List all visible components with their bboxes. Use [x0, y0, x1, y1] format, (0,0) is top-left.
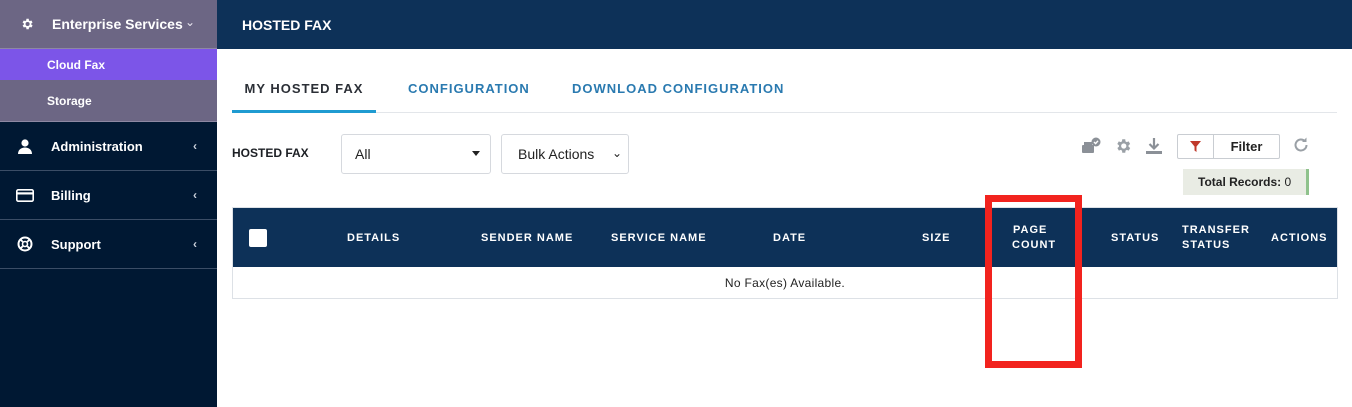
- user-icon: [15, 138, 35, 154]
- sidebar-section-enterprise-services[interactable]: Enterprise Services ⌄: [0, 0, 217, 49]
- column-header-actions[interactable]: ACTIONS: [1271, 231, 1328, 246]
- chevron-down-icon: ⌄: [184, 15, 195, 29]
- sidebar-item-label: Billing: [51, 187, 91, 203]
- chevron-left-icon: ‹: [193, 237, 197, 251]
- caret-down-icon: [472, 151, 480, 156]
- sidebar-item-storage[interactable]: Storage: [0, 80, 217, 122]
- sidebar-item-administration[interactable]: Administration ‹: [0, 122, 217, 171]
- bulk-actions-select[interactable]: Bulk Actions ⌄: [501, 134, 629, 174]
- tab-bar: MY HOSTED FAX CONFIGURATION DOWNLOAD CON…: [232, 72, 1337, 113]
- chevron-down-icon: ⌄: [611, 146, 622, 160]
- sidebar-item-cloud-fax[interactable]: Cloud Fax: [0, 49, 217, 80]
- bulk-actions-value: Bulk Actions: [518, 146, 595, 162]
- gear-icon[interactable]: [1113, 136, 1133, 156]
- column-header-details[interactable]: DETAILS: [347, 231, 400, 246]
- gear-icon: [20, 17, 34, 31]
- sidebar-item-label: Administration: [51, 138, 143, 154]
- status-filter-select[interactable]: All: [341, 134, 491, 174]
- sidebar-item-label: Storage: [47, 93, 92, 108]
- tab-configuration[interactable]: CONFIGURATION: [408, 72, 530, 113]
- column-header-line: STATUS: [1182, 239, 1231, 251]
- page-title: HOSTED FAX: [242, 16, 332, 33]
- empty-state-row: No Fax(es) Available.: [233, 267, 1337, 298]
- column-header-transfer-status[interactable]: TRANSFER STATUS: [1182, 223, 1250, 253]
- highlight-box: [985, 195, 1082, 368]
- select-all-checkbox[interactable]: [249, 229, 267, 247]
- credit-card-icon: [15, 188, 35, 202]
- empty-state-message: No Fax(es) Available.: [724, 275, 846, 290]
- total-records-badge: Total Records: 0: [1171, 169, 1309, 195]
- resend-fax-icon[interactable]: [1081, 136, 1101, 156]
- sidebar-item-label: Cloud Fax: [47, 57, 106, 72]
- sidebar-item-support[interactable]: Support ‹: [0, 220, 217, 269]
- sidebar-item-label: Support: [51, 236, 101, 252]
- status-filter-value: All: [355, 146, 371, 162]
- fax-table: DETAILS SENDER NAME SERVICE NAME DATE SI…: [232, 207, 1338, 299]
- tab-my-hosted-fax[interactable]: MY HOSTED FAX: [232, 72, 376, 113]
- page-header: HOSTED FAX: [217, 0, 1352, 49]
- column-header-status[interactable]: STATUS: [1111, 231, 1159, 246]
- toolbar-label: HOSTED FAX: [232, 146, 309, 160]
- download-icon[interactable]: [1144, 136, 1164, 156]
- funnel-icon: [1178, 135, 1214, 158]
- chevron-left-icon: ‹: [193, 188, 197, 202]
- column-header-service-name[interactable]: SERVICE NAME: [611, 231, 707, 246]
- tab-download-configuration[interactable]: DOWNLOAD CONFIGURATION: [572, 72, 784, 113]
- table-header: DETAILS SENDER NAME SERVICE NAME DATE SI…: [233, 208, 1337, 267]
- refresh-icon[interactable]: [1292, 136, 1310, 154]
- total-records-label: Total Records:: [1198, 175, 1282, 189]
- column-header-size[interactable]: SIZE: [922, 231, 950, 246]
- sidebar-item-billing[interactable]: Billing ‹: [0, 171, 217, 220]
- filter-button-label: Filter: [1230, 139, 1263, 154]
- sidebar: Enterprise Services ⌄ Cloud Fax Storage …: [0, 0, 217, 407]
- chevron-left-icon: ‹: [193, 139, 197, 153]
- sidebar-section-label: Enterprise Services: [52, 16, 183, 32]
- column-header-date[interactable]: DATE: [773, 231, 806, 246]
- column-header-line: TRANSFER: [1182, 224, 1250, 236]
- total-records-count: 0: [1284, 175, 1292, 189]
- column-header-sender-name[interactable]: SENDER NAME: [481, 231, 573, 246]
- lifebuoy-icon: [15, 236, 35, 252]
- filter-button[interactable]: Filter: [1177, 134, 1280, 159]
